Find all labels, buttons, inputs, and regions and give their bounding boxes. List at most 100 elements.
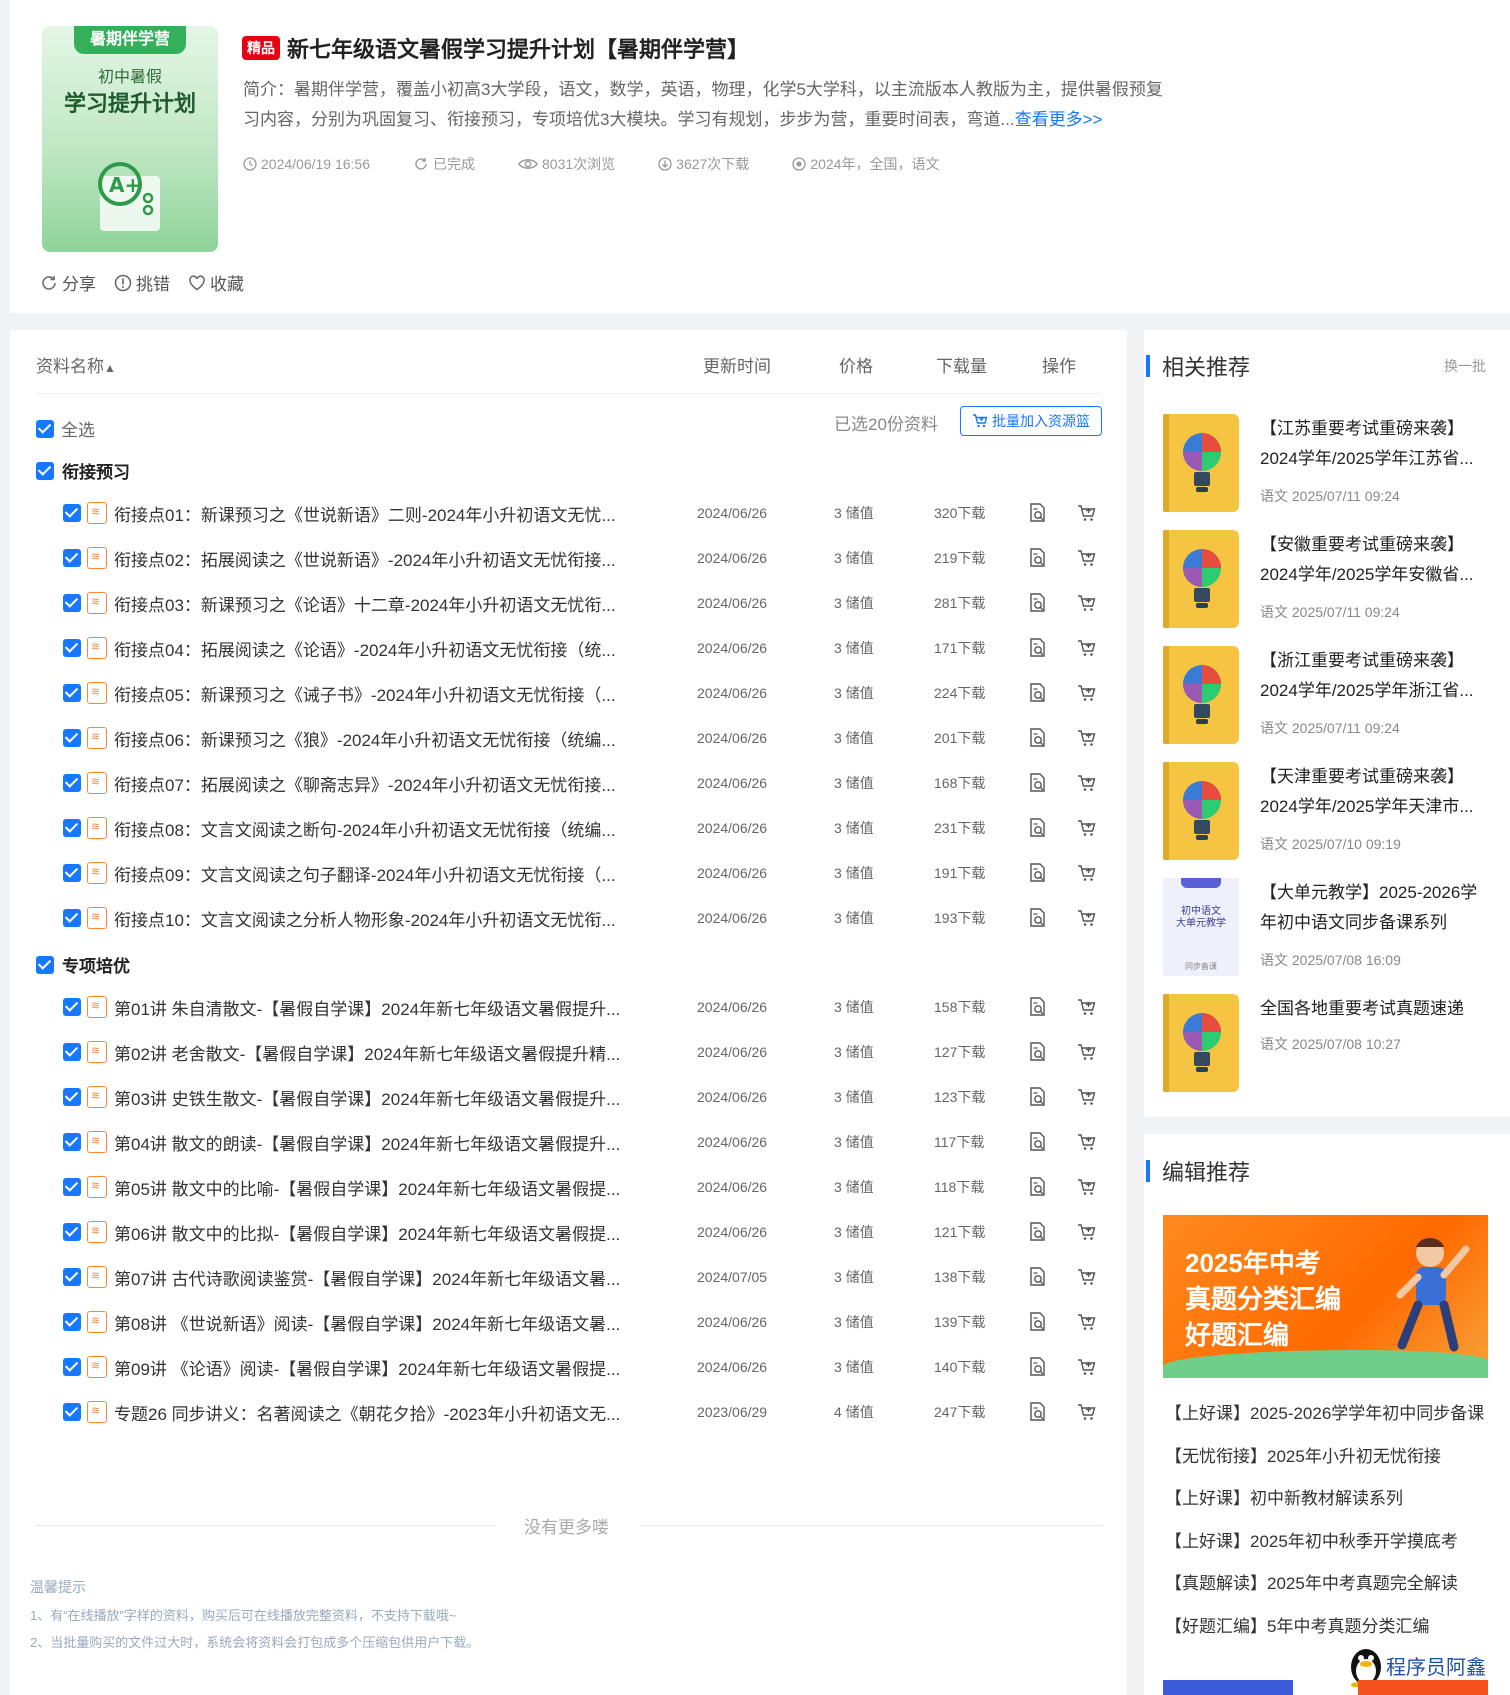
related-item-title[interactable]: 【大单元教学】2025-2026学 年初中语文同步备课系列: [1260, 878, 1493, 938]
preview-icon[interactable]: [1028, 728, 1046, 753]
row-checkbox[interactable]: [63, 1043, 81, 1061]
add-to-cart-icon[interactable]: [1077, 1222, 1097, 1247]
select-all[interactable]: 全选: [36, 416, 95, 441]
resource-name-link[interactable]: 第03讲 史铁生散文-【暑假自学课】2024年新七年级语文暑假提升...: [114, 1085, 634, 1110]
row-checkbox[interactable]: [63, 1358, 81, 1376]
editor-item-link[interactable]: 【真题解读】2025年中考真题完全解读: [1165, 1569, 1458, 1594]
row-checkbox[interactable]: [63, 684, 81, 702]
preview-icon[interactable]: [1028, 818, 1046, 843]
resource-name-link[interactable]: 衔接点09：文言文阅读之句子翻译-2024年小升初语文无忧衔接（...: [114, 861, 634, 886]
resource-name-link[interactable]: 第04讲 散文的朗读-【暑假自学课】2024年新七年级语文暑假提升...: [114, 1130, 634, 1155]
resource-name-link[interactable]: 衔接点08：文言文阅读之断句-2024年小升初语文无忧衔接（统编...: [114, 816, 634, 841]
preview-icon[interactable]: [1028, 683, 1046, 708]
resource-name-link[interactable]: 第02讲 老舍散文-【暑假自学课】2024年新七年级语文暑假提升精...: [114, 1040, 634, 1065]
row-checkbox[interactable]: [63, 1313, 81, 1331]
preview-icon[interactable]: [1028, 1357, 1046, 1382]
resource-name-link[interactable]: 第08讲 《世说新语》阅读-【暑假自学课】2024年新七年级语文暑...: [114, 1310, 634, 1335]
row-checkbox[interactable]: [63, 504, 81, 522]
row-checkbox[interactable]: [63, 864, 81, 882]
preview-icon[interactable]: [1028, 1267, 1046, 1292]
related-item[interactable]: 全国各地重要考试真题速递 语文 2025/07/08 10:27: [1163, 994, 1493, 1094]
select-all-checkbox[interactable]: [36, 419, 54, 438]
preview-icon[interactable]: [1028, 1402, 1046, 1427]
related-item-title[interactable]: 【安徽重要考试重磅来袭】 2024学年/2025学年安徽省...: [1260, 530, 1493, 590]
related-item[interactable]: 【安徽重要考试重磅来袭】 2024学年/2025学年安徽省... 语文 2025/0…: [1163, 530, 1493, 630]
add-to-cart-icon[interactable]: [1077, 1312, 1097, 1337]
related-item-title[interactable]: 【天津重要考试重磅来袭】 2024学年/2025学年天津市...: [1260, 762, 1493, 822]
add-to-cart-icon[interactable]: [1077, 548, 1097, 573]
resource-name-link[interactable]: 衔接点07：拓展阅读之《聊斋志异》-2024年小升初语文无忧衔接...: [114, 771, 634, 796]
row-checkbox[interactable]: [63, 998, 81, 1016]
related-item[interactable]: 【浙江重要考试重磅来袭】 2024学年/2025学年浙江省... 语文 2025/0…: [1163, 646, 1493, 746]
add-to-cart-icon[interactable]: [1077, 1402, 1097, 1427]
editor-item-link[interactable]: 【无忧衔接】2025年小升初无忧衔接: [1165, 1442, 1441, 1467]
add-to-cart-icon[interactable]: [1077, 1132, 1097, 1157]
editor-item-link[interactable]: 【好题汇编】5年中考真题分类汇编: [1165, 1612, 1429, 1637]
resource-name-link[interactable]: 衔接点05：新课预习之《诫子书》-2024年小升初语文无忧衔接（...: [114, 681, 634, 706]
related-item[interactable]: 【江苏重要考试重磅来袭】 2024学年/2025学年江苏省... 语文 2025/0…: [1163, 414, 1493, 514]
add-to-cart-icon[interactable]: [1077, 1042, 1097, 1067]
preview-icon[interactable]: [1028, 503, 1046, 528]
resource-name-link[interactable]: 第09讲 《论语》阅读-【暑假自学课】2024年新七年级语文暑假提...: [114, 1355, 634, 1380]
row-checkbox[interactable]: [63, 1268, 81, 1286]
add-to-cart-icon[interactable]: [1077, 1087, 1097, 1112]
resource-name-link[interactable]: 第06讲 散文中的比拟-【暑假自学课】2024年新七年级语文暑假提...: [114, 1220, 634, 1245]
add-to-cart-icon[interactable]: [1077, 593, 1097, 618]
preview-icon[interactable]: [1028, 1222, 1046, 1247]
related-item-title[interactable]: 【浙江重要考试重磅来袭】 2024学年/2025学年浙江省...: [1260, 646, 1493, 706]
resource-name-link[interactable]: 衔接点03：新课预习之《论语》十二章-2024年小升初语文无忧衔...: [114, 591, 634, 616]
resource-name-link[interactable]: 第07讲 古代诗歌阅读鉴赏-【暑假自学课】2024年新七年级语文暑...: [114, 1265, 634, 1290]
resource-name-link[interactable]: 第01讲 朱自清散文-【暑假自学课】2024年新七年级语文暑假提升...: [114, 995, 634, 1020]
related-item[interactable]: 【天津重要考试重磅来袭】 2024学年/2025学年天津市... 语文 2025/0…: [1163, 762, 1493, 862]
related-item[interactable]: 初中语文 大单元教学 同步备课 【大单元教学】2025-2026学 年初中语文同步备课系…: [1163, 878, 1493, 978]
row-checkbox[interactable]: [63, 1088, 81, 1106]
preview-icon[interactable]: [1028, 1312, 1046, 1337]
related-item-title[interactable]: 【江苏重要考试重磅来袭】 2024学年/2025学年江苏省...: [1260, 414, 1493, 474]
editor-item-link[interactable]: 【上好课】2025-2026学学年初中同步备课: [1165, 1399, 1484, 1424]
add-to-cart-icon[interactable]: [1077, 997, 1097, 1022]
row-checkbox[interactable]: [63, 549, 81, 567]
group-2-title[interactable]: 专项培优: [36, 952, 130, 977]
row-checkbox[interactable]: [63, 1178, 81, 1196]
row-checkbox[interactable]: [63, 1223, 81, 1241]
preview-icon[interactable]: [1028, 1132, 1046, 1157]
row-checkbox[interactable]: [63, 594, 81, 612]
editor-item-link[interactable]: 【上好课】2025年初中秋季开学摸底考: [1165, 1527, 1458, 1552]
row-checkbox[interactable]: [63, 639, 81, 657]
group-checkbox[interactable]: [36, 955, 54, 974]
row-checkbox[interactable]: [63, 1403, 81, 1421]
add-to-cart-icon[interactable]: [1077, 863, 1097, 888]
preview-icon[interactable]: [1028, 908, 1046, 933]
batch-add-to-basket-button[interactable]: 批量加入资源篮: [960, 406, 1102, 436]
preview-icon[interactable]: [1028, 1042, 1046, 1067]
preview-icon[interactable]: [1028, 1087, 1046, 1112]
related-item-title[interactable]: 全国各地重要考试真题速递: [1260, 994, 1493, 1024]
editor-banner[interactable]: 2025年中考 真题分类汇编 好题汇编: [1163, 1215, 1488, 1378]
row-checkbox[interactable]: [63, 729, 81, 747]
swap-batch-link[interactable]: 换一批: [1444, 356, 1486, 376]
resource-name-link[interactable]: 衔接点01：新课预习之《世说新语》二则-2024年小升初语文无忧...: [114, 501, 634, 526]
preview-icon[interactable]: [1028, 863, 1046, 888]
preview-icon[interactable]: [1028, 773, 1046, 798]
view-more-link[interactable]: 查看更多>>: [1015, 110, 1103, 129]
favorite-button[interactable]: 收藏: [188, 270, 244, 295]
resource-name-link[interactable]: 衔接点02：拓展阅读之《世说新语》-2024年小升初语文无忧衔接...: [114, 546, 634, 571]
row-checkbox[interactable]: [63, 1133, 81, 1151]
column-header-name[interactable]: 资料名称▲: [36, 352, 116, 377]
row-checkbox[interactable]: [63, 819, 81, 837]
report-error-button[interactable]: 挑错: [114, 270, 170, 295]
resource-name-link[interactable]: 第05讲 散文中的比喻-【暑假自学课】2024年新七年级语文暑假提...: [114, 1175, 634, 1200]
sort-icon[interactable]: ▲: [104, 361, 116, 375]
preview-icon[interactable]: [1028, 1177, 1046, 1202]
add-to-cart-icon[interactable]: [1077, 728, 1097, 753]
add-to-cart-icon[interactable]: [1077, 638, 1097, 663]
preview-icon[interactable]: [1028, 548, 1046, 573]
row-checkbox[interactable]: [63, 909, 81, 927]
editor-item-link[interactable]: 【上好课】初中新教材解读系列: [1165, 1484, 1403, 1509]
resource-name-link[interactable]: 衔接点10：文言文阅读之分析人物形象-2024年小升初语文无忧衔...: [114, 906, 634, 931]
add-to-cart-icon[interactable]: [1077, 908, 1097, 933]
resource-name-link[interactable]: 衔接点06：新课预习之《狼》-2024年小升初语文无忧衔接（统编...: [114, 726, 634, 751]
resource-name-link[interactable]: 衔接点04：拓展阅读之《论语》-2024年小升初语文无忧衔接（统...: [114, 636, 634, 661]
add-to-cart-icon[interactable]: [1077, 683, 1097, 708]
add-to-cart-icon[interactable]: [1077, 818, 1097, 843]
